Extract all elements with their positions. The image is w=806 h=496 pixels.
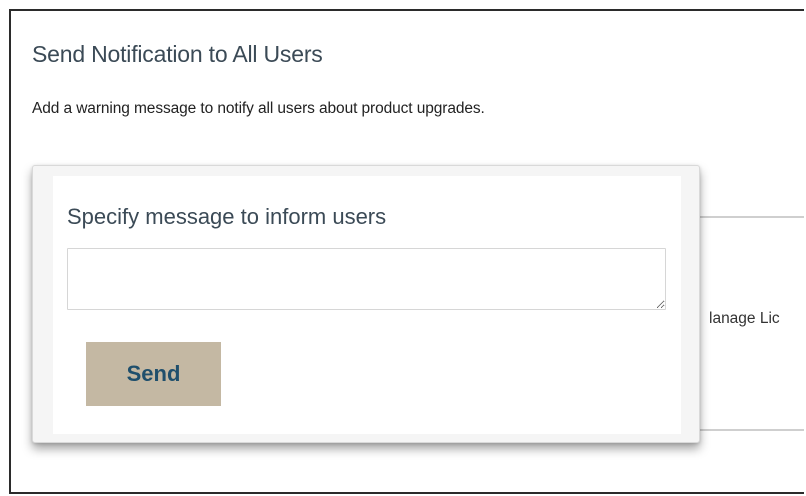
manage-licenses-link[interactable]: lanage Lic xyxy=(709,310,780,328)
notification-popup: Specify message to inform users Send xyxy=(32,165,700,443)
notification-panel: Send Notification to All Users Add a war… xyxy=(9,9,804,494)
send-button[interactable]: Send xyxy=(86,342,221,406)
popup-content: Specify message to inform users Send xyxy=(53,176,681,434)
page-description: Add a warning message to notify all user… xyxy=(32,100,485,117)
message-label: Specify message to inform users xyxy=(67,204,387,229)
message-textarea[interactable] xyxy=(67,248,666,310)
page-title: Send Notification to All Users xyxy=(32,41,323,67)
